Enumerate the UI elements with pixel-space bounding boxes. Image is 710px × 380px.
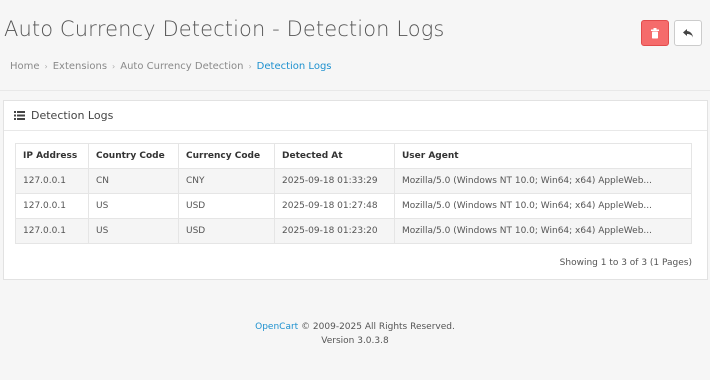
pagination-info: Showing 1 to 3 of 3 (1 Pages) xyxy=(559,258,692,268)
cell-user-agent: Mozilla/5.0 (Windows NT 10.0; Win64; x64… xyxy=(394,218,692,244)
trash-icon xyxy=(651,27,659,38)
column-detected-at: Detected At xyxy=(274,143,395,169)
cell-country-code: CN xyxy=(88,168,179,194)
header-actions xyxy=(641,20,702,46)
panel-title: Detection Logs xyxy=(31,109,114,122)
detection-logs-panel: Detection Logs IP Address Country Code C… xyxy=(3,100,708,280)
chevron-right-icon: › xyxy=(112,62,116,71)
list-icon xyxy=(14,111,25,120)
breadcrumb-detection-logs[interactable]: Detection Logs xyxy=(257,61,332,72)
footer-version: Version 3.0.3.8 xyxy=(321,336,389,346)
cell-ip-address: 127.0.0.1 xyxy=(15,193,89,219)
cell-currency-code: CNY xyxy=(178,168,275,194)
table-row: 127.0.0.1 US USD 2025-09-18 01:23:20 Moz… xyxy=(15,218,692,244)
page-header: Auto Currency Detection - Detection Logs… xyxy=(0,0,710,91)
chevron-right-icon: › xyxy=(44,62,48,71)
cell-ip-address: 127.0.0.1 xyxy=(15,218,89,244)
page-title: Auto Currency Detection - Detection Logs xyxy=(4,17,445,41)
delete-button[interactable] xyxy=(641,20,669,46)
cell-country-code: US xyxy=(88,218,179,244)
breadcrumb-auto-currency[interactable]: Auto Currency Detection xyxy=(120,61,243,72)
footer-copyright-line: OpenCart © 2009-2025 All Rights Reserved… xyxy=(0,320,710,334)
table-header-row: IP Address Country Code Currency Code De… xyxy=(15,143,692,169)
breadcrumb-extensions[interactable]: Extensions xyxy=(53,61,107,72)
opencart-link[interactable]: OpenCart xyxy=(255,322,298,332)
cell-country-code: US xyxy=(88,193,179,219)
column-ip-address: IP Address xyxy=(15,143,89,169)
cell-user-agent: Mozilla/5.0 (Windows NT 10.0; Win64; x64… xyxy=(394,168,692,194)
column-country-code: Country Code xyxy=(88,143,179,169)
cell-user-agent: Mozilla/5.0 (Windows NT 10.0; Win64; x64… xyxy=(394,193,692,219)
cell-currency-code: USD xyxy=(178,218,275,244)
detection-logs-table: IP Address Country Code Currency Code De… xyxy=(15,143,692,244)
cell-detected-at: 2025-09-18 01:23:20 xyxy=(274,218,395,244)
cell-detected-at: 2025-09-18 01:33:29 xyxy=(274,168,395,194)
reply-icon xyxy=(683,29,693,38)
breadcrumb: Home › Extensions › Auto Currency Detect… xyxy=(10,61,332,72)
column-currency-code: Currency Code xyxy=(178,143,275,169)
back-button[interactable] xyxy=(674,20,702,46)
cell-detected-at: 2025-09-18 01:27:48 xyxy=(274,193,395,219)
footer: OpenCart © 2009-2025 All Rights Reserved… xyxy=(0,320,710,348)
chevron-right-icon: › xyxy=(248,62,252,71)
breadcrumb-home[interactable]: Home xyxy=(10,61,40,72)
panel-heading: Detection Logs xyxy=(4,101,707,131)
column-user-agent: User Agent xyxy=(394,143,692,169)
table-row: 127.0.0.1 CN CNY 2025-09-18 01:33:29 Moz… xyxy=(15,168,692,194)
footer-copyright: © 2009-2025 All Rights Reserved. xyxy=(298,322,455,332)
cell-currency-code: USD xyxy=(178,193,275,219)
cell-ip-address: 127.0.0.1 xyxy=(15,168,89,194)
table-row: 127.0.0.1 US USD 2025-09-18 01:27:48 Moz… xyxy=(15,193,692,219)
